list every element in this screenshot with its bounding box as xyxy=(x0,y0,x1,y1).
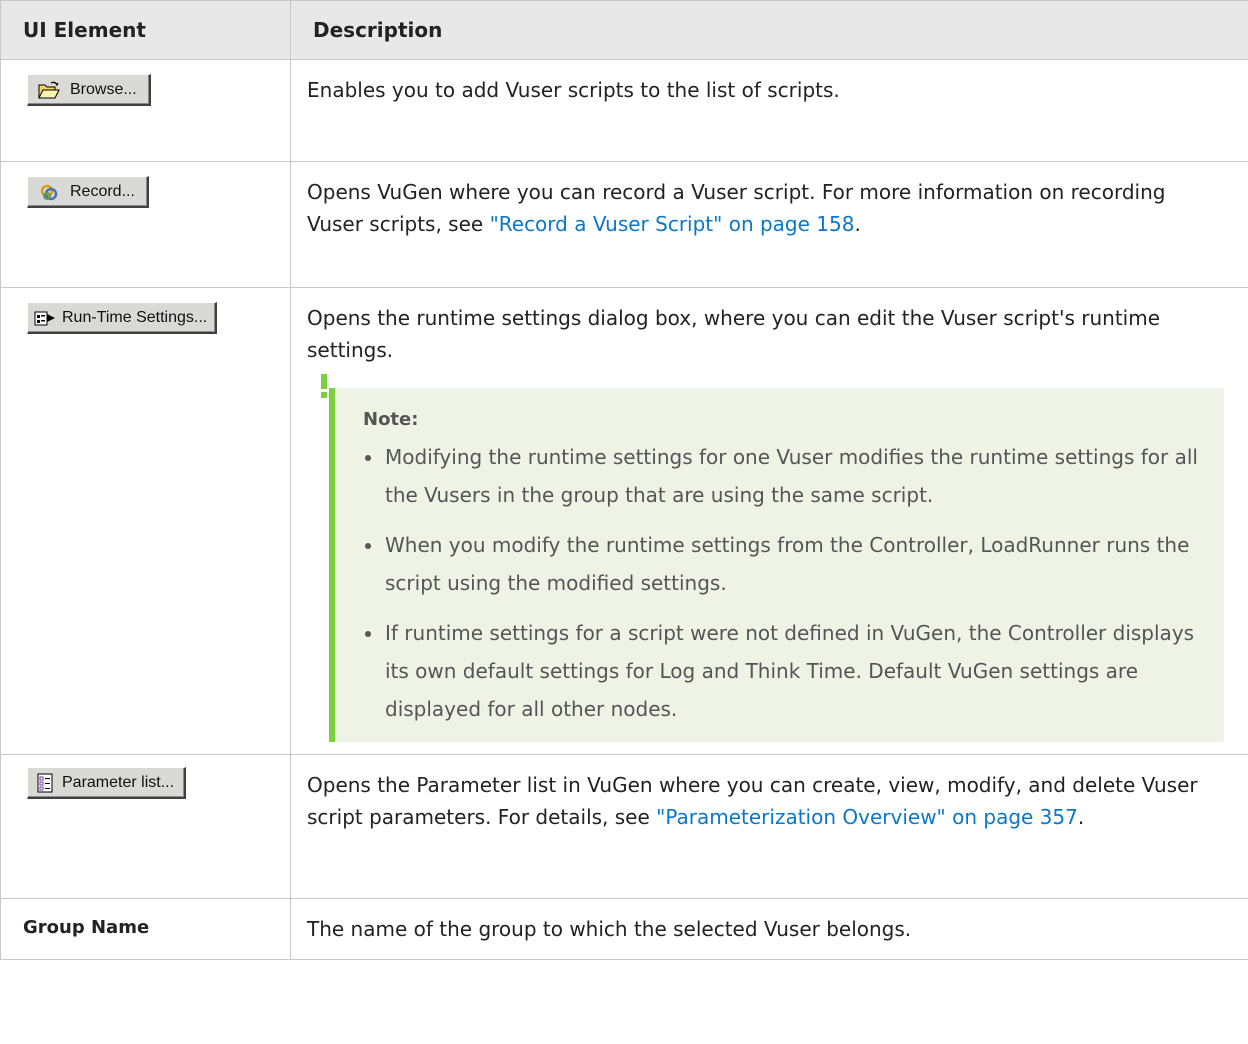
note-list: Modifying the runtime settings for one V… xyxy=(363,438,1204,728)
table-row: Group Name The name of the group to whic… xyxy=(0,898,1248,960)
note-item: When you modify the runtime settings fro… xyxy=(363,526,1204,602)
record-description-end: . xyxy=(854,212,861,236)
note-item: Modifying the runtime settings for one V… xyxy=(363,438,1204,514)
group-name-label: Group Name xyxy=(0,898,291,960)
note-title: Note: xyxy=(363,409,419,430)
runtime-description-cell: Opens the runtime settings dialog box, w… xyxy=(290,287,1248,755)
header-description: Description xyxy=(290,0,1248,60)
parameter-description-end: . xyxy=(1077,805,1085,829)
browse-button[interactable]: Browse... xyxy=(27,74,151,106)
parameterization-overview-link[interactable]: "Parameterization Overview" on page 357 xyxy=(656,805,1078,829)
ui-element-cell: Parameter list... xyxy=(0,754,291,899)
runtime-settings-button[interactable]: Run-Time Settings... xyxy=(27,302,218,334)
open-folder-icon xyxy=(38,80,60,100)
table-row: Parameter list... Opens the Parameter li… xyxy=(0,754,1248,899)
note-box: Note: Modifying the runtime settings for… xyxy=(321,374,1224,742)
note-item: If runtime settings for a script were no… xyxy=(363,614,1204,728)
table-row: Browse... Enables you to add Vuser scrip… xyxy=(0,59,1248,162)
ui-element-cell: Run-Time Settings... xyxy=(0,287,291,755)
ui-element-cell: Record... xyxy=(0,161,291,288)
record-description: Opens VuGen where you can record a Vuser… xyxy=(290,161,1248,288)
parameter-description: Opens the Parameter list in VuGen where … xyxy=(290,754,1248,899)
parameter-list-button-label: Parameter list... xyxy=(62,773,175,791)
ui-element-table: UI Element Description Browse... Enables… xyxy=(0,0,1248,960)
parameter-list-button[interactable]: Parameter list... xyxy=(27,767,187,799)
group-name-description: The name of the group to which the selec… xyxy=(290,898,1248,960)
record-button-label: Record... xyxy=(70,182,135,200)
runtime-settings-button-label: Run-Time Settings... xyxy=(62,308,208,326)
browse-description: Enables you to add Vuser scripts to the … xyxy=(290,59,1248,162)
record-icon xyxy=(38,182,60,202)
browse-button-label: Browse... xyxy=(70,80,137,98)
header-ui-element: UI Element xyxy=(0,0,291,60)
runtime-settings-icon xyxy=(34,308,56,328)
table-header-row: UI Element Description xyxy=(0,0,1248,60)
table-row: Record... Opens VuGen where you can reco… xyxy=(0,161,1248,288)
record-button[interactable]: Record... xyxy=(27,176,149,208)
exclamation-icon xyxy=(319,374,329,398)
ui-element-cell: Browse... xyxy=(0,59,291,162)
record-vuser-script-link[interactable]: "Record a Vuser Script" on page 158 xyxy=(490,212,855,236)
table-row: Run-Time Settings... Opens the runtime s… xyxy=(0,287,1248,755)
parameter-list-icon xyxy=(34,773,56,793)
runtime-description: Opens the runtime settings dialog box, w… xyxy=(307,306,1161,362)
